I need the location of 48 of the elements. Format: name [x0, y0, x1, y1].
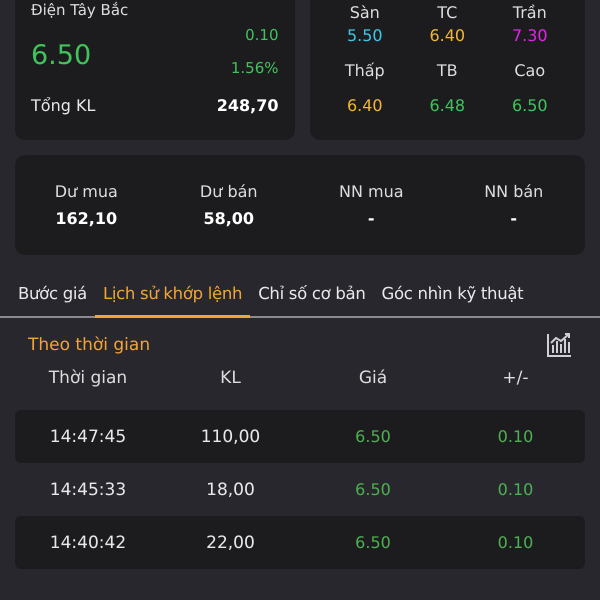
column-header: Giá [358, 368, 388, 388]
tab[interactable]: Chỉ số cơ bản [250, 279, 374, 318]
chart-icon[interactable] [546, 332, 572, 358]
price-cell-text: 6.50 [354, 427, 392, 446]
time-cell-text: 14:47:45 [48, 426, 128, 446]
column-header: Thời gian [48, 368, 128, 388]
stock-name: Điện Tây Bắc [31, 1, 130, 21]
price: 6.50 [31, 40, 92, 70]
book-label: NN mua [338, 182, 405, 201]
stat-label: TC [436, 2, 458, 22]
change-percent: 1.56% [230, 59, 278, 77]
stat-label: Trần [512, 2, 548, 22]
time-cell-text: 14:45:33 [48, 480, 128, 500]
book-value: 162,10 [54, 209, 118, 228]
change-cell-text: 0.10 [496, 480, 534, 499]
volume-cell-text: 18,00 [205, 480, 256, 500]
price-cell-text: 6.50 [354, 533, 392, 552]
stat-value: 6.40 [346, 96, 384, 114]
volume-cell-text: 110,00 [200, 426, 262, 446]
book-label: Dư mua [54, 182, 119, 201]
stat-value: 6.50 [510, 96, 549, 114]
stat-label: TB [436, 60, 459, 80]
column-header: KL [219, 368, 242, 388]
change-cell-text: 0.10 [496, 427, 534, 446]
column-header: +/- [501, 368, 530, 388]
book-label: NN bán [483, 182, 544, 201]
book-value: - [509, 209, 518, 228]
time-cell-text: 14:40:42 [48, 532, 128, 552]
book-label: Dư bán [198, 182, 259, 201]
volume: 248,70 [216, 96, 278, 114]
tab[interactable]: Góc nhìn kỹ thuật [374, 279, 532, 318]
volume-label: Tổng KL [31, 96, 96, 114]
book-value: 58,00 [202, 209, 256, 228]
change-cell-text: 0.10 [496, 533, 534, 552]
stat-label: Sàn [348, 2, 381, 22]
change: 0.10 [244, 26, 278, 44]
stat-label: Thấp [344, 60, 386, 80]
section-title: Theo thời gian [28, 335, 150, 355]
stat-label: Cao [513, 60, 546, 80]
stat-value: 6.40 [428, 26, 466, 44]
stat-value: 7.30 [510, 26, 549, 44]
stat-value: 5.50 [346, 26, 384, 44]
stat-value: 6.48 [428, 96, 466, 114]
tab[interactable]: Bước giá [10, 279, 95, 318]
price-cell-text: 6.50 [354, 480, 392, 499]
tab[interactable]: Lịch sử khớp lệnh [94, 279, 250, 318]
volume-cell-text: 22,00 [205, 532, 256, 552]
book-value: - [366, 209, 376, 228]
